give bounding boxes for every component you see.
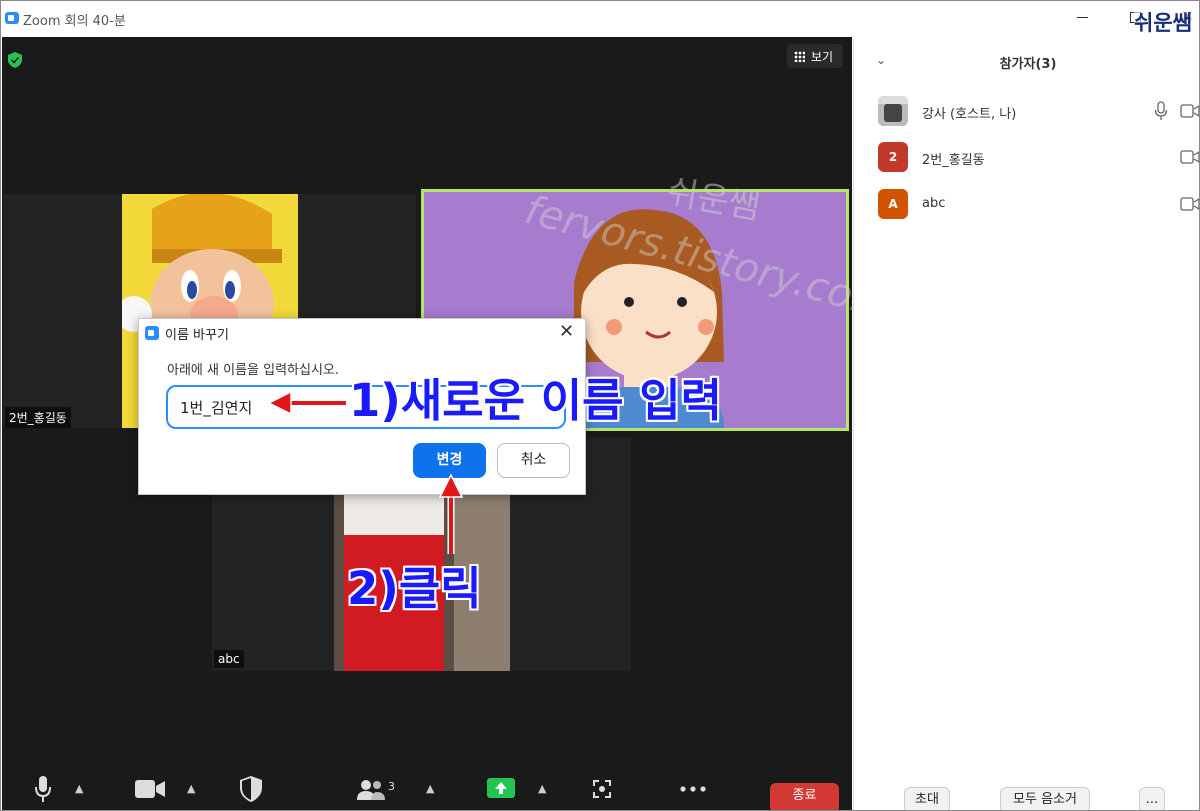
annotation-step2: 2)클릭: [346, 561, 482, 616]
arrow-to-change-button: [438, 473, 464, 554]
arrow-to-input: [267, 390, 346, 416]
participants-panel: ⌄ 참가자(3) 강사 (호스트, 나) 2 2번_홍길동 A abc 초대 모…: [853, 37, 1200, 810]
video-camera-icon[interactable]: [1180, 104, 1200, 118]
participant-name: abc: [922, 196, 946, 211]
annotation-step1: 1)새로운 이름 입력: [348, 373, 723, 428]
avatar: 2: [878, 142, 908, 172]
zoom-window: Zoom 회의 40-분 ✕ 쉬운쌤 보기: [0, 0, 1200, 811]
video-camera-icon[interactable]: [1180, 150, 1200, 164]
avatar: [878, 96, 908, 126]
video-camera-icon[interactable]: [1180, 197, 1200, 211]
mute-all-button[interactable]: 모두 음소거: [1000, 787, 1090, 810]
panel-title: 참가자(3): [999, 57, 1057, 72]
invite-button[interactable]: 초대: [904, 787, 950, 810]
avatar: A: [878, 189, 908, 219]
participant-row[interactable]: 2 2번_홍길동: [854, 136, 1200, 180]
participant-name: 강사 (호스트, 나): [922, 107, 1017, 122]
participant-name: 2번_홍길동: [922, 153, 985, 168]
more-button[interactable]: ...: [1139, 787, 1165, 810]
participant-row[interactable]: A abc: [854, 183, 1200, 227]
microphone-icon[interactable]: [1154, 101, 1168, 121]
participant-row[interactable]: 강사 (호스트, 나): [854, 90, 1200, 134]
